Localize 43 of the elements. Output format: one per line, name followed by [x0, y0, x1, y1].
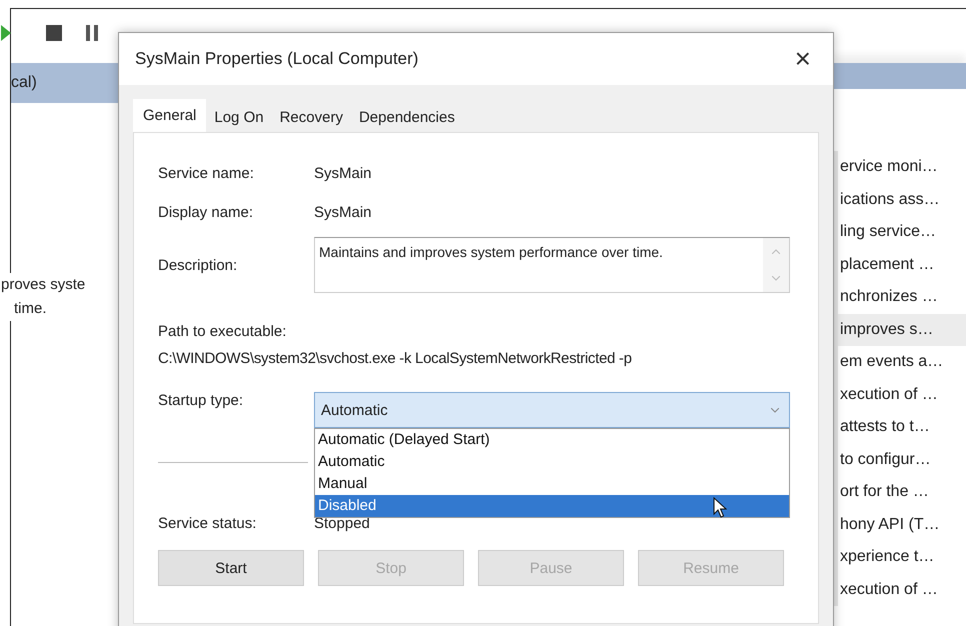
service-description-cell[interactable]: xecution of … [838, 378, 966, 411]
field-label: Path to executable: [158, 323, 288, 340]
tab[interactable]: General [133, 99, 206, 132]
play-icon[interactable] [1, 25, 11, 41]
service-description-cell[interactable]: ort for the … [838, 476, 966, 508]
field-label: Display name: [158, 204, 254, 221]
service-description-cell[interactable]: attests to t… [838, 411, 966, 444]
dropdown-option[interactable]: Manual [315, 473, 789, 495]
scroll-up-icon[interactable] [772, 249, 780, 254]
action-button[interactable]: Start [158, 550, 304, 586]
service-description-cell[interactable]: em events a… [838, 346, 966, 378]
dropdown-option[interactable]: Disabled [315, 495, 789, 517]
scroll-down-icon[interactable] [772, 276, 780, 281]
service-description-cell[interactable]: xperience t… [838, 541, 966, 574]
service-description-cell[interactable]: xecution of … [838, 574, 966, 606]
service-description-cell[interactable]: to configur… [838, 444, 966, 476]
service-description-cell[interactable]: ications ass… [838, 184, 966, 216]
scrollbar[interactable] [763, 238, 789, 292]
service-description-cell[interactable]: improves s… [838, 314, 966, 346]
field-value: SysMain [314, 165, 372, 182]
service-description-cell[interactable]: placement … [838, 248, 966, 281]
field-label: Service status: [158, 515, 258, 532]
stop-icon[interactable] [46, 25, 62, 41]
service-description-cell[interactable]: nchronizes … [838, 281, 966, 314]
pause-icon[interactable] [86, 25, 98, 41]
startup-type-dropdown[interactable]: Automatic [314, 392, 790, 428]
field-label: Service name: [158, 165, 255, 182]
field-label: Description: [158, 256, 238, 274]
service-description-cell[interactable]: hony API (T… [838, 508, 966, 541]
field-label: Startup type: [158, 392, 244, 409]
field-value: Stopped [314, 515, 370, 532]
description-text: proves syste [0, 273, 86, 297]
service-description-cell[interactable]: ervice moni… [838, 151, 966, 184]
service-description-cell[interactable]: ling service… [838, 216, 966, 248]
dropdown-option[interactable]: Automatic (Delayed Start) [315, 429, 789, 451]
field-value: SysMain [314, 204, 372, 221]
window-title: SysMain Properties (Local Computer) [135, 49, 418, 69]
pane-header: cal) [11, 63, 119, 103]
description-field[interactable]: Maintains and improves system performance over time. [314, 237, 790, 293]
dropdown-option[interactable]: Automatic [315, 451, 789, 473]
field-value: C:\WINDOWS\system32\svchost.exe -k LocalSystemNetworkRestricted -p [158, 350, 633, 367]
chevron-down-icon [771, 408, 779, 412]
close-button[interactable]: × [786, 43, 819, 75]
